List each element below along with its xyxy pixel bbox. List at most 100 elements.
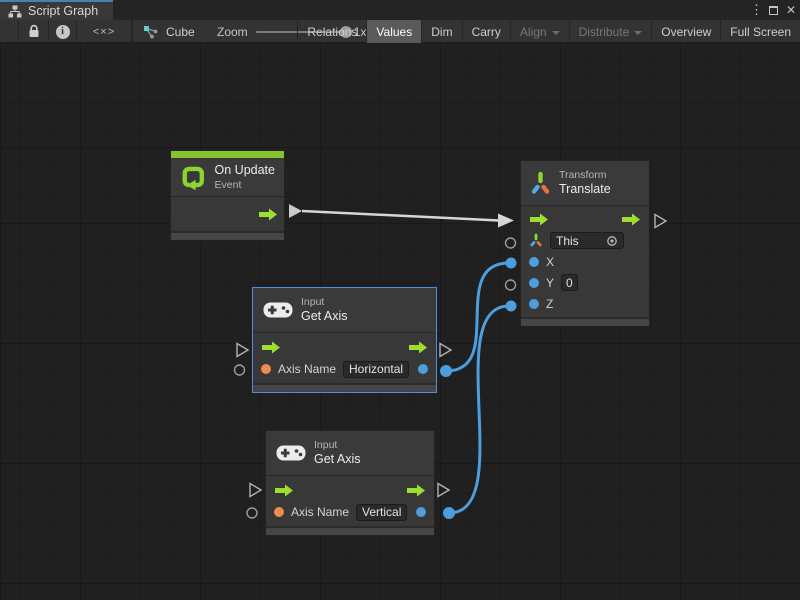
flow-port-row [253,336,436,358]
code-icon: <×> [93,26,115,38]
value-output-port-horizontal[interactable] [440,365,452,377]
maximize-icon[interactable] [769,6,778,15]
align-label: Align [520,25,547,39]
axisname-input-port-v[interactable] [247,508,257,518]
y-input-port[interactable] [506,280,516,290]
axisname-input-port-h[interactable] [235,365,245,375]
flow-input-arrow-icon[interactable] [274,484,294,497]
axis-name-port-dot[interactable] [274,507,284,517]
target-port-row: This [521,230,649,251]
zoom-label: Zoom [217,25,248,39]
toggle-dim[interactable]: Dim [421,20,461,43]
object-picker-icon[interactable] [606,235,618,247]
flow-output-port-onupdate[interactable] [289,204,302,218]
z-port-dot[interactable] [529,299,539,309]
node-title: Translate [559,182,611,198]
overview-button[interactable]: Overview [651,20,720,43]
axis-name-row: Axis Name Horizontal [253,358,436,380]
node-get-axis-horizontal[interactable]: Input Get Axis Axis Name Horizontal [252,287,437,393]
node-translate[interactable]: Transform Translate This [520,160,650,327]
z-port-label: Z [546,297,553,311]
x-port-dot[interactable] [529,257,539,267]
target-field[interactable]: This [550,232,624,249]
toggle-relations[interactable]: Relations [297,20,366,43]
flow-output-arrow-icon[interactable] [406,484,426,497]
z-port-row: Z [521,293,649,314]
node-title: Get Axis [301,309,348,325]
window-controls: ⋮ ✕ [750,0,797,20]
node-category: Transform [559,169,611,182]
node-footer [253,383,436,392]
node-title: On Update [215,163,275,179]
toggle-carry[interactable]: Carry [462,20,510,43]
chevron-down-icon [634,31,642,35]
graph-name-label: Cube [166,25,195,39]
graph-reference[interactable]: Cube [132,20,195,43]
flow-input-port-getaxis-v[interactable] [250,484,261,497]
flow-output-port-getaxis-h[interactable] [440,344,451,357]
node-footer [521,317,649,326]
transform-mini-icon [529,233,543,248]
value-wire-vertical-to-z[interactable] [443,301,517,520]
flow-arrow-icon[interactable] [258,208,278,221]
lock-button[interactable] [18,20,48,43]
gamepad-icon [263,300,293,320]
z-input-port[interactable] [506,301,517,312]
value-output-port-vertical[interactable] [443,507,455,519]
axis-name-field[interactable]: Vertical [356,504,407,521]
axis-name-label: Axis Name [278,362,336,376]
toolbar-toggles: Relations Values Dim Carry Align Distrib… [297,20,800,43]
fullscreen-button[interactable]: Full Screen [720,20,800,43]
wire-arrowhead [498,214,514,228]
gamepad-icon [276,443,306,463]
titlebar: Script Graph ⋮ ✕ [0,0,800,20]
node-footer [171,231,284,240]
script-graph-window: Script Graph ⋮ ✕ i <×> [0,0,800,600]
event-accent-bar [171,151,284,158]
axis-name-row: Axis Name Vertical [266,501,434,523]
y-port-label: Y [546,276,554,290]
node-get-axis-vertical[interactable]: Input Get Axis Axis Name Vertical [265,430,435,536]
x-port-label: X [546,255,554,269]
window-menu-icon[interactable]: ⋮ [750,2,762,18]
flow-input-port-getaxis-h[interactable] [237,344,248,357]
node-footer [266,526,434,535]
flow-port-row [266,479,434,501]
flow-output-arrow-icon[interactable] [621,213,641,226]
info-icon: i [56,25,70,39]
axis-name-value: Vertical [362,505,401,519]
graph-toolbar: i <×> Cube Zoom 1x Relations Values Dim [0,20,800,43]
flow-input-arrow-icon[interactable] [261,341,281,354]
y-port-row: Y 0 [521,272,649,293]
code-preview-button[interactable]: <×> [76,20,132,43]
x-port-row: X [521,251,649,272]
axis-name-port-dot[interactable] [261,364,271,374]
tab-title: Script Graph [28,4,98,18]
align-dropdown[interactable]: Align [510,20,569,43]
tab-script-graph[interactable]: Script Graph [0,0,113,20]
node-on-update[interactable]: On Update Event [170,150,285,241]
graph-hierarchy-icon [8,5,22,18]
graph-nodes-icon [143,25,159,39]
result-port-dot[interactable] [418,364,428,374]
flow-port-row [521,209,649,230]
close-icon[interactable]: ✕ [785,3,797,17]
target-input-port[interactable] [506,238,516,248]
x-input-port[interactable] [506,258,517,269]
result-port-dot[interactable] [416,507,426,517]
node-category: Input [301,296,348,309]
y-value-field[interactable]: 0 [561,274,578,291]
flow-output-port-translate[interactable] [655,215,666,228]
axis-name-field[interactable]: Horizontal [343,361,409,378]
y-port-dot[interactable] [529,278,539,288]
flow-input-arrow-icon[interactable] [529,213,549,226]
info-button[interactable]: i [48,20,76,43]
flow-output-arrow-icon[interactable] [408,341,428,354]
toggle-values[interactable]: Values [366,20,421,43]
control-wire-onupdate-to-translate[interactable] [289,204,514,228]
on-update-loop-icon [180,164,207,191]
flow-output-port-getaxis-v[interactable] [438,484,449,497]
transform-axes-icon [530,170,551,197]
y-value: 0 [566,276,573,290]
distribute-dropdown[interactable]: Distribute [569,20,652,43]
